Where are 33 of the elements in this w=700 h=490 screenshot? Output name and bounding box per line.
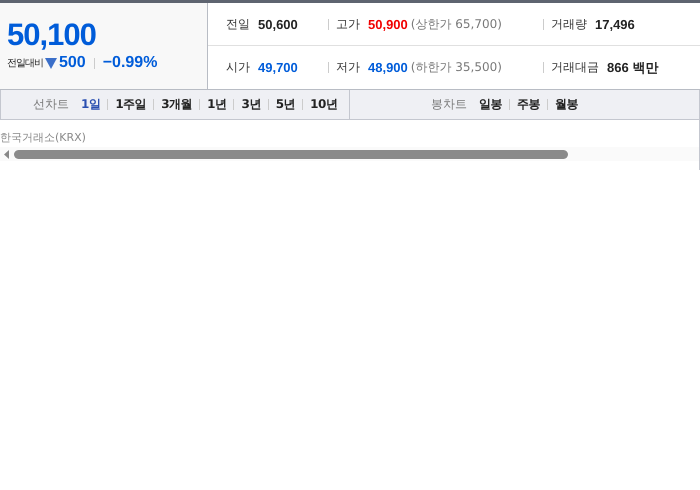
stat-label: 시가 bbox=[226, 59, 250, 76]
period-tab[interactable]: 3개월 bbox=[161, 96, 192, 113]
period-tab[interactable]: 1년 bbox=[207, 96, 226, 113]
stat-label: 고가 bbox=[336, 16, 360, 32]
limit-price: (하한가 35,500) bbox=[410, 59, 502, 76]
period-tab[interactable]: 5년 bbox=[276, 96, 296, 113]
change-label: 전일대비 bbox=[7, 57, 43, 70]
exchange-label: 한국거래소(KRX) bbox=[0, 130, 87, 146]
stat-value: 49,700 bbox=[258, 60, 298, 75]
stat-label: 거래량 bbox=[551, 16, 587, 32]
stat-value: 866 백만 bbox=[607, 58, 658, 76]
scrollbar-thumb[interactable] bbox=[14, 150, 568, 158]
current-price: 50,100 bbox=[7, 17, 97, 53]
period-tab[interactable]: 월봉 bbox=[555, 96, 578, 113]
chart-type-label: 선차트 bbox=[33, 96, 69, 113]
stat-label: 거래대금 bbox=[551, 59, 599, 76]
stat-value: 48,900 bbox=[368, 60, 408, 75]
period-tab[interactable]: 3년 bbox=[241, 96, 261, 113]
stat-value: 50,900 bbox=[368, 16, 408, 32]
stat-value: 50,600 bbox=[258, 16, 298, 32]
period-tab[interactable]: 1주일 bbox=[115, 96, 146, 113]
limit-price: (상한가 65,700) bbox=[410, 16, 502, 32]
stat-value: 17,496 bbox=[595, 16, 635, 32]
stat-label: 저가 bbox=[336, 59, 360, 76]
period-tab[interactable]: 주봉 bbox=[517, 96, 540, 113]
stat-label: 전일 bbox=[226, 16, 250, 32]
period-tab[interactable]: 10년 bbox=[310, 96, 338, 113]
chart-type-label: 봉차트 bbox=[431, 96, 467, 113]
scroll-left-icon[interactable] bbox=[4, 150, 9, 158]
period-tab[interactable]: 1일 bbox=[81, 96, 100, 113]
change-rate: −0.99% bbox=[102, 54, 158, 72]
price-change: 500 bbox=[59, 54, 86, 72]
period-tab[interactable]: 일봉 bbox=[479, 96, 502, 113]
